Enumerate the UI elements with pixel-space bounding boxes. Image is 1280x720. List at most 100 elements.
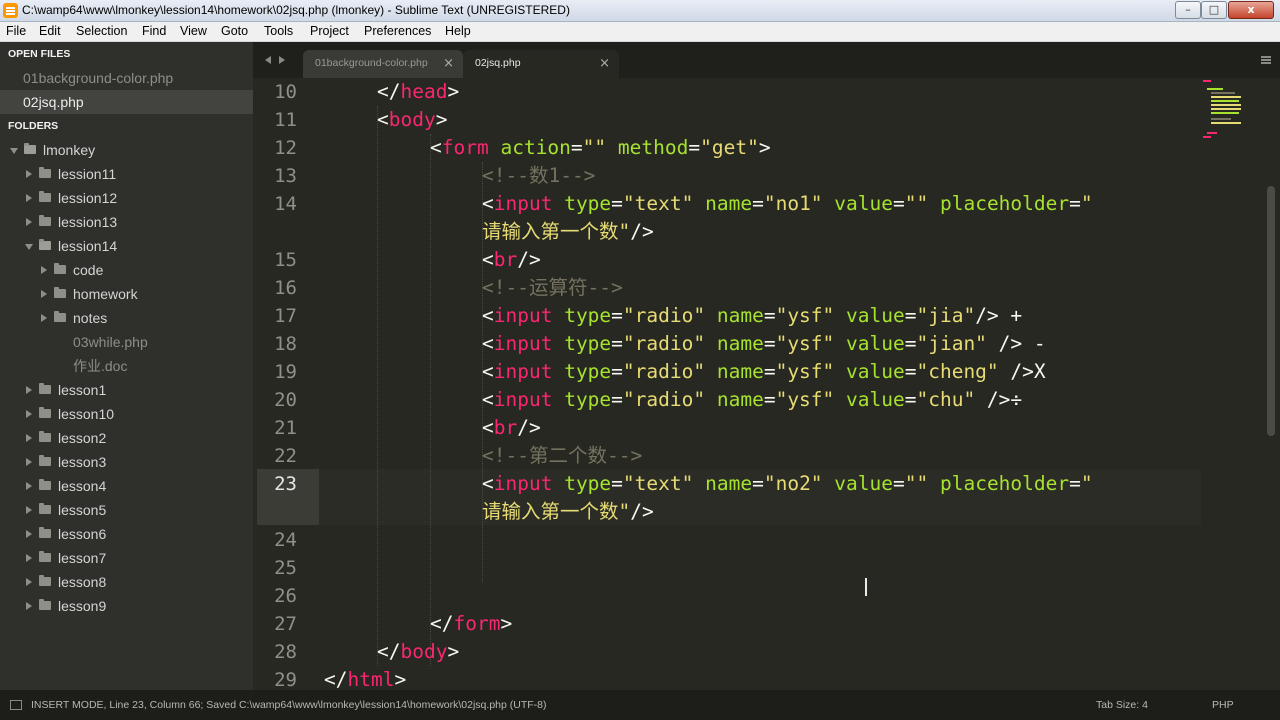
minimap-line [1211,96,1241,98]
tab-prev-icon[interactable] [265,56,271,64]
folder-label: lesson4 [58,478,107,494]
tab-02jsq-active[interactable]: 02jsq.php × [463,50,619,78]
collapsed-arrow-icon [26,218,32,226]
status-bar: INSERT MODE, Line 23, Column 66; Saved C… [0,690,1280,720]
string-literal: "no2" [763,472,823,495]
code-line-14: <input type="text" name="no1" value="" p… [482,192,1093,215]
code-line-21: <br/> [482,416,541,439]
collapsed-arrow-icon [26,506,32,514]
folder-lesson4[interactable]: lesson4 [0,474,253,498]
folder-lesson2[interactable]: lesson2 [0,426,253,450]
code-line-20: <input type="radio" name="ysf" value="ch… [482,388,1023,411]
vertical-scrollbar[interactable] [1267,186,1275,436]
folder-icon [39,455,51,466]
code-comment: <!--数1--> [482,164,596,187]
folder-lession11[interactable]: lession11 [0,162,253,186]
code-line-28: </body> [377,640,460,663]
open-file-item-active[interactable]: 02jsq.php [0,90,253,114]
menu-project[interactable]: Project [310,24,349,38]
minimap-line [1211,122,1241,124]
folder-lesson7[interactable]: lesson7 [0,546,253,570]
code-editor[interactable]: 10 11 12 13 14 15 16 17 18 19 20 21 22 2… [253,78,1280,690]
minimap-line [1211,112,1239,114]
menu-file[interactable]: File [6,24,26,38]
file-doc[interactable]: 作业.doc [0,354,253,378]
folder-lesson9[interactable]: lesson9 [0,594,253,618]
minimap-line [1211,118,1231,120]
line-number: 18 [274,333,297,355]
folder-lession13[interactable]: lession13 [0,210,253,234]
file-03while[interactable]: 03while.php [0,330,253,354]
folder-code[interactable]: code [0,258,253,282]
panel-toggle-icon[interactable] [10,700,22,710]
maximize-icon: □ [1208,3,1220,16]
line-number: 11 [274,109,297,131]
folder-icon [54,311,66,322]
folders-heading: FOLDERS [8,120,59,132]
folder-icon [39,503,51,514]
folder-lesson10[interactable]: lesson10 [0,402,253,426]
minimap-line [1211,104,1241,106]
menu-edit[interactable]: Edit [39,24,61,38]
string-literal: "ysf" [775,360,835,383]
folder-label: lesson5 [58,502,107,518]
string-literal: "ysf" [775,332,835,355]
folder-label: lession11 [58,166,117,182]
collapsed-arrow-icon [41,314,47,322]
menu-view[interactable]: View [180,24,207,38]
menu-selection[interactable]: Selection [76,24,127,38]
folder-label: lession12 [58,190,118,206]
minimap[interactable] [1201,78,1261,148]
syntax-indicator[interactable]: PHP [1212,699,1234,711]
line-number: 10 [274,81,297,103]
folder-homework[interactable]: homework [0,282,253,306]
menu-find[interactable]: Find [142,24,166,38]
close-button[interactable]: x [1228,1,1274,19]
tab-close-icon[interactable]: × [443,56,454,71]
tab-close-icon[interactable]: × [599,56,610,71]
tab-size-indicator[interactable]: Tab Size: 4 [1096,699,1148,711]
string-literal: "text" [622,472,694,495]
minimap-line [1203,136,1211,138]
folder-icon [39,599,51,610]
folder-lesson3[interactable]: lesson3 [0,450,253,474]
code-line-14-wrap: 请输入第一个数"/> [482,220,654,243]
menu-help[interactable]: Help [445,24,471,38]
minimize-button[interactable]: – [1175,1,1201,19]
code-line-11: <body> [377,108,448,131]
folder-lession14[interactable]: lession14 [0,234,253,258]
menu-tools[interactable]: Tools [264,24,293,38]
line-number: 25 [274,557,297,579]
folder-lession12[interactable]: lession12 [0,186,253,210]
line-number: 20 [274,389,297,411]
string-literal: "no1" [763,192,823,215]
line-number: 13 [274,165,297,187]
string-literal: "get" [700,136,759,159]
folder-lesson6[interactable]: lesson6 [0,522,253,546]
collapsed-arrow-icon [26,578,32,586]
string-literal: "" [904,472,929,495]
string-literal: "text" [622,192,694,215]
folder-lesson1[interactable]: lesson1 [0,378,253,402]
tab-label: 02jsq.php [475,57,521,69]
folder-label: lmonkey [43,142,96,158]
folder-notes[interactable]: notes [0,306,253,330]
menu-preferences[interactable]: Preferences [364,24,431,38]
menu-goto[interactable]: Goto [221,24,248,38]
folder-lmonkey[interactable]: lmonkey [0,138,253,162]
open-file-item[interactable]: 01background-color.php [0,66,253,90]
folder-lesson5[interactable]: lesson5 [0,498,253,522]
code-comment: <!--第二个数--> [482,444,643,467]
folder-lesson8[interactable]: lesson8 [0,570,253,594]
string-literal: "" [904,192,929,215]
tab-01background-color[interactable]: 01background-color.php × [303,50,463,78]
collapsed-arrow-icon [41,266,47,274]
line-number: 14 [274,193,297,215]
folder-open-icon [39,239,51,250]
folder-label: code [73,262,104,278]
code-comment: <!--运算符--> [482,276,623,299]
tab-next-icon[interactable] [279,56,285,64]
collapsed-arrow-icon [26,410,32,418]
maximize-button[interactable]: □ [1201,1,1227,19]
tab-list-menu-icon[interactable] [1261,56,1271,58]
